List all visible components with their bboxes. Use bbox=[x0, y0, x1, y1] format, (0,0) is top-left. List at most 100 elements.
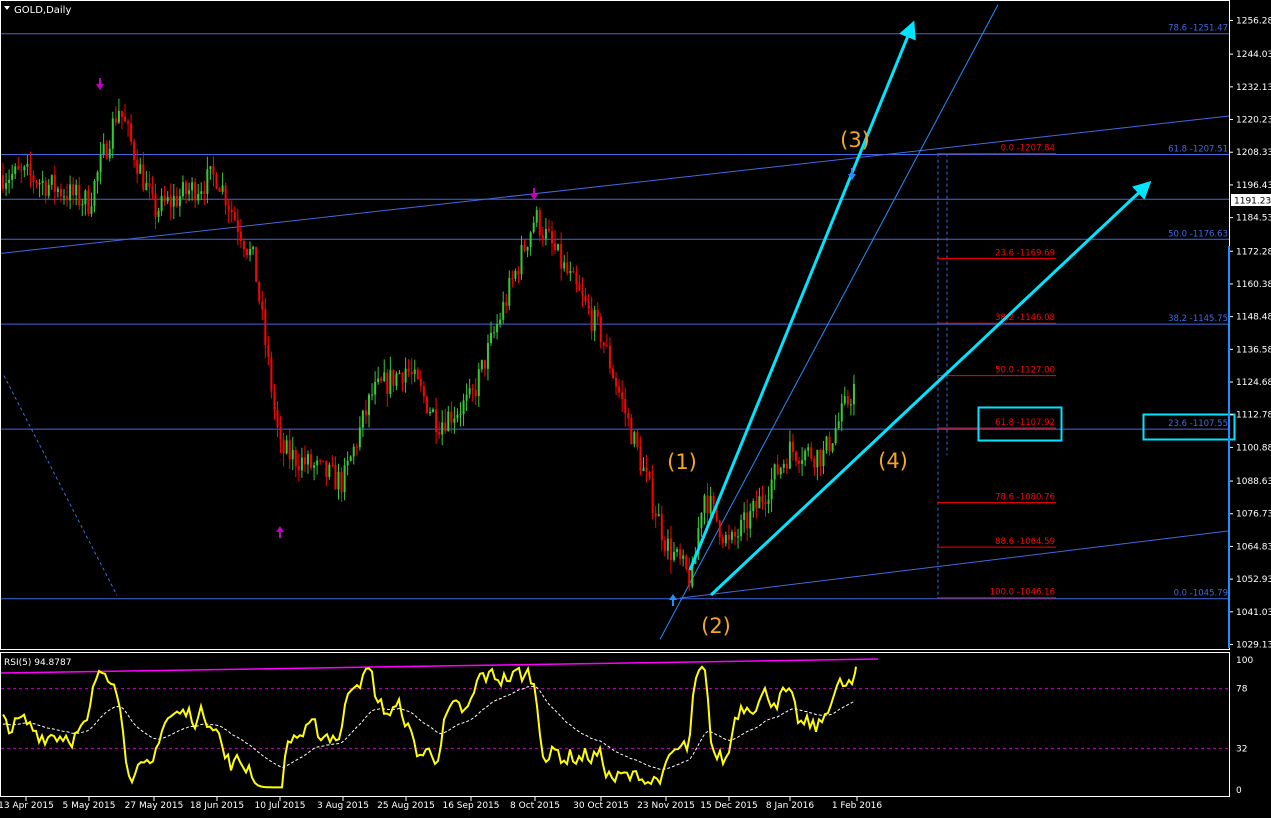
candle-down-body bbox=[608, 345, 611, 369]
candle-up-body bbox=[90, 206, 93, 214]
candle-down-body bbox=[541, 235, 544, 239]
candle-up-body bbox=[75, 184, 78, 196]
candle-up-body bbox=[700, 513, 703, 529]
candle-up-body bbox=[642, 467, 645, 472]
candle-up-body bbox=[178, 196, 181, 207]
candle-down-body bbox=[651, 478, 654, 514]
candle-up-body bbox=[459, 414, 462, 416]
candle-up-body bbox=[465, 394, 468, 401]
candle-down-body bbox=[297, 466, 300, 471]
candle-up-body bbox=[343, 465, 346, 493]
candle-down-body bbox=[688, 568, 691, 587]
candle-down-body bbox=[654, 513, 657, 517]
candle-up-body bbox=[157, 211, 160, 217]
rsi-axis-label: 32 bbox=[1236, 744, 1247, 754]
candle-down-body bbox=[334, 464, 337, 490]
candle-down-body bbox=[233, 212, 236, 220]
candle-down-body bbox=[194, 182, 197, 201]
candle-down-body bbox=[596, 310, 599, 317]
candle-down-body bbox=[288, 440, 291, 460]
candle-down-body bbox=[236, 219, 239, 232]
date-tick-label: 27 May 2015 bbox=[125, 801, 184, 811]
candle-up-body bbox=[831, 443, 834, 452]
candle-down-body bbox=[727, 535, 730, 540]
candle-down-body bbox=[2, 175, 4, 189]
candle-up-body bbox=[843, 396, 846, 404]
candle-down-body bbox=[554, 243, 557, 251]
chart-window: 0.0 -1207.8423.6 -1169.6938.2 -1146.0850… bbox=[0, 0, 1271, 818]
price-tick-label: 1244.03 bbox=[1236, 50, 1271, 60]
candle-up-body bbox=[676, 549, 679, 552]
candle-up-body bbox=[526, 247, 529, 251]
candle-down-body bbox=[630, 417, 633, 445]
candle-up-body bbox=[825, 436, 828, 451]
candle-down-body bbox=[612, 368, 614, 378]
candle-down-body bbox=[575, 272, 578, 284]
candle-down-body bbox=[273, 391, 276, 410]
candle-down-body bbox=[246, 249, 248, 255]
candle-down-body bbox=[828, 436, 831, 452]
candle-down-body bbox=[120, 110, 123, 117]
price-tick-label: 1232.13 bbox=[1236, 83, 1271, 93]
candle-up-body bbox=[41, 180, 44, 184]
candle-down-body bbox=[416, 369, 419, 380]
candle-down-body bbox=[685, 555, 688, 569]
candle-down-body bbox=[136, 159, 139, 174]
candle-down-body bbox=[648, 471, 651, 479]
candle-down-body bbox=[627, 413, 630, 418]
candle-down-body bbox=[386, 372, 389, 394]
candle-up-body bbox=[69, 184, 72, 201]
price-tick-label: 1076.73 bbox=[1236, 510, 1271, 520]
candle-up-body bbox=[593, 310, 596, 331]
candle-down-body bbox=[636, 432, 639, 447]
candle-up-body bbox=[758, 496, 761, 509]
rsi-title-group: RSI(5) 94.8787 bbox=[4, 658, 71, 668]
candle-down-body bbox=[578, 283, 581, 291]
candle-down-body bbox=[169, 196, 172, 207]
candle-down-body bbox=[663, 540, 666, 551]
candle-up-body bbox=[834, 428, 837, 444]
candle-up-body bbox=[801, 460, 804, 464]
candle-up-body bbox=[822, 450, 825, 467]
candle-down-body bbox=[261, 301, 264, 310]
candle-up-body bbox=[117, 110, 120, 123]
candle-up-body bbox=[300, 457, 303, 471]
candle-down-body bbox=[255, 246, 258, 283]
candle-down-body bbox=[264, 309, 267, 346]
candle-up-body bbox=[563, 262, 566, 269]
candle-down-body bbox=[242, 241, 245, 250]
candle-up-body bbox=[188, 190, 191, 195]
current-price-tag: 1191.23 bbox=[1231, 194, 1271, 207]
candle-up-body bbox=[206, 169, 209, 194]
candle-up-body bbox=[737, 536, 740, 538]
price-tick-label: 1064.83 bbox=[1236, 542, 1271, 552]
candle-up-body bbox=[496, 324, 499, 333]
candle-up-body bbox=[432, 409, 435, 412]
candle-up-body bbox=[730, 532, 733, 540]
candle-down-body bbox=[599, 316, 602, 343]
candle-up-body bbox=[849, 404, 852, 406]
candle-down-body bbox=[151, 186, 154, 194]
candle-down-body bbox=[114, 118, 117, 123]
candle-down-body bbox=[706, 495, 709, 514]
candle-up-body bbox=[486, 343, 489, 369]
candle-down-body bbox=[215, 174, 218, 189]
candle-up-body bbox=[557, 244, 560, 251]
date-tick-label: 30 Oct 2015 bbox=[573, 801, 629, 811]
candle-up-body bbox=[508, 278, 511, 306]
candle-up-body bbox=[371, 394, 374, 396]
candle-up-body bbox=[93, 181, 96, 207]
candle-down-body bbox=[105, 143, 108, 159]
candle-up-body bbox=[84, 190, 87, 205]
candle-up-body bbox=[447, 411, 450, 432]
candle-down-body bbox=[547, 228, 550, 232]
candle-down-body bbox=[224, 185, 227, 206]
candle-down-body bbox=[325, 460, 328, 477]
candle-down-body bbox=[517, 270, 520, 275]
candle-up-body bbox=[782, 463, 785, 468]
price-tick-label: 1172.28 bbox=[1236, 247, 1271, 257]
date-tick-label: 13 Apr 2015 bbox=[0, 801, 54, 811]
candle-down-body bbox=[764, 501, 767, 504]
candle-down-body bbox=[776, 464, 779, 475]
wave-label: (1) bbox=[667, 450, 697, 474]
